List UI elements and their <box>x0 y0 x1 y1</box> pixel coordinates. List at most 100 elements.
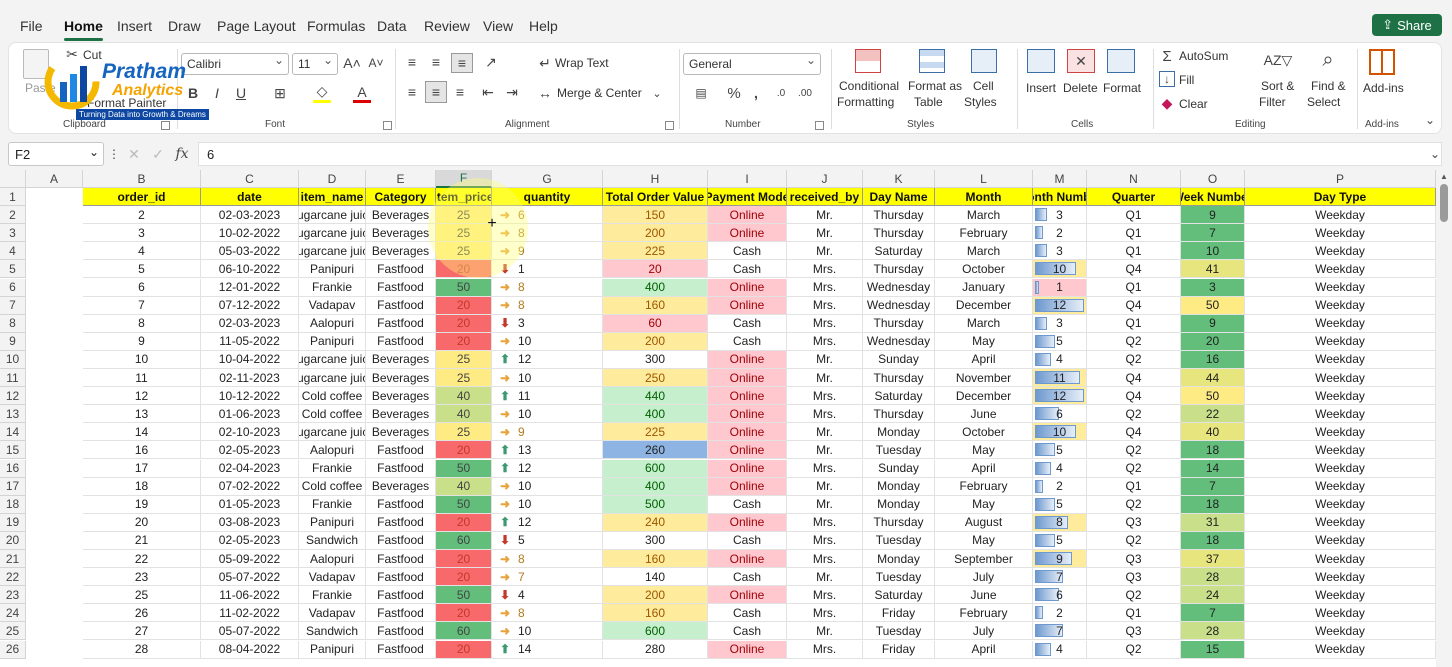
table-cell[interactable]: November <box>935 369 1033 388</box>
column-header-I[interactable]: I <box>708 170 787 188</box>
align-left-icon[interactable]: ≡ <box>403 83 421 101</box>
row-header[interactable]: 3 <box>0 224 26 243</box>
name-box-dropdown-icon[interactable]: ⌄ <box>89 145 99 159</box>
table-cell[interactable]: Tuesday <box>863 622 935 641</box>
table-cell[interactable]: Fastfood <box>366 332 436 351</box>
table-cell[interactable]: Thursday <box>863 369 935 388</box>
enter-icon[interactable]: ✓ <box>150 145 166 163</box>
table-cell[interactable]: Weekday <box>1245 278 1436 297</box>
insert-cells-label[interactable]: Insert <box>1026 81 1056 95</box>
table-cell[interactable]: Weekday <box>1245 550 1436 569</box>
table-cell[interactable]: Sunday <box>863 459 935 478</box>
header-cell[interactable]: Month <box>935 188 1033 207</box>
table-cell[interactable]: 20 <box>436 513 492 532</box>
row-header[interactable]: 15 <box>0 441 26 460</box>
row-header[interactable]: 6 <box>0 278 26 297</box>
row-header[interactable]: 2 <box>0 206 26 225</box>
align-right-icon[interactable]: ≡ <box>451 83 469 101</box>
table-cell[interactable]: Weekday <box>1245 622 1436 641</box>
table-cell[interactable]: 500 <box>603 495 708 514</box>
table-cell[interactable]: February <box>935 224 1033 243</box>
table-cell[interactable]: Weekday <box>1245 332 1436 351</box>
table-cell[interactable]: Mrs. <box>787 513 863 532</box>
table-cell[interactable]: 250 <box>603 369 708 388</box>
table-cell[interactable]: 140 <box>603 568 708 587</box>
table-cell[interactable]: Panipuri <box>299 332 366 351</box>
row-header[interactable]: 26 <box>0 640 26 659</box>
table-cell[interactable]: Friday <box>863 604 935 623</box>
table-cell[interactable]: 7 <box>1181 224 1245 243</box>
table-cell[interactable]: 18 <box>1181 495 1245 514</box>
table-cell[interactable]: Monday <box>863 550 935 569</box>
table-cell[interactable]: Q4 <box>1087 260 1181 279</box>
table-cell[interactable]: Q1 <box>1087 314 1181 333</box>
table-cell[interactable]: 25 <box>436 369 492 388</box>
table-cell[interactable]: Weekday <box>1245 640 1436 659</box>
table-cell[interactable]: Cash <box>708 495 787 514</box>
table-cell[interactable]: Panipuri <box>299 513 366 532</box>
table-cell[interactable]: Mr. <box>787 224 863 243</box>
table-cell[interactable]: 3 <box>1033 206 1087 225</box>
table-cell[interactable]: 14 <box>1181 459 1245 478</box>
table-cell[interactable]: 25 <box>436 423 492 442</box>
table-cell[interactable]: Online <box>708 206 787 225</box>
header-cell[interactable]: Quarter <box>1087 188 1181 207</box>
column-header-P[interactable]: P <box>1245 170 1436 188</box>
header-cell[interactable]: Category <box>366 188 436 207</box>
table-cell[interactable]: Vadapav <box>299 568 366 587</box>
table-cell[interactable]: Monday <box>863 477 935 496</box>
table-cell[interactable]: Q3 <box>1087 513 1181 532</box>
table-cell[interactable]: Weekday <box>1245 513 1436 532</box>
table-cell[interactable]: 40 <box>436 387 492 406</box>
table-cell[interactable]: 02-03-2023 <box>201 314 299 333</box>
table-cell[interactable]: August <box>935 513 1033 532</box>
table-cell[interactable]: 160 <box>603 604 708 623</box>
table-cell[interactable]: Weekday <box>1245 314 1436 333</box>
table-cell[interactable]: May <box>935 332 1033 351</box>
table-cell[interactable]: Cash <box>708 622 787 641</box>
table-cell[interactable]: 300 <box>603 531 708 550</box>
column-header-M[interactable]: M <box>1033 170 1087 188</box>
increase-indent-icon[interactable]: ⇥ <box>503 83 521 101</box>
table-cell[interactable]: Mr. <box>787 441 863 460</box>
table-cell[interactable]: March <box>935 242 1033 261</box>
table-cell[interactable]: Sunday <box>863 350 935 369</box>
menu-tab-home[interactable]: Home <box>64 18 103 41</box>
table-cell[interactable]: Aalopuri <box>299 550 366 569</box>
table-cell[interactable]: Fastfood <box>366 604 436 623</box>
table-cell[interactable]: Sugarcane juice <box>299 242 366 261</box>
table-cell[interactable]: Mr. <box>787 477 863 496</box>
currency-icon[interactable]: ▤ <box>687 83 715 103</box>
table-cell[interactable]: 18 <box>1181 441 1245 460</box>
table-cell[interactable]: Fastfood <box>366 459 436 478</box>
table-cell[interactable]: Q1 <box>1087 224 1181 243</box>
decrease-decimal-icon[interactable]: .00 <box>795 83 815 103</box>
table-cell[interactable]: Weekday <box>1245 586 1436 605</box>
table-cell[interactable]: 44 <box>1181 369 1245 388</box>
table-cell[interactable]: Weekday <box>1245 369 1436 388</box>
table-cell[interactable]: December <box>935 296 1033 315</box>
table-cell[interactable]: Beverages <box>366 224 436 243</box>
table-cell[interactable]: 7 <box>1181 477 1245 496</box>
table-cell[interactable]: Q3 <box>1087 568 1181 587</box>
table-cell[interactable]: 28 <box>83 640 201 659</box>
underline-icon[interactable]: U <box>233 83 249 103</box>
table-cell[interactable]: ➜ 9 <box>492 242 603 261</box>
table-cell[interactable]: April <box>935 640 1033 659</box>
cancel-icon[interactable]: ✕ <box>126 145 142 163</box>
table-cell[interactable]: 02-04-2023 <box>201 459 299 478</box>
table-cell[interactable]: Sandwich <box>299 622 366 641</box>
table-cell[interactable]: Fastfood <box>366 278 436 297</box>
table-cell[interactable]: 3 <box>83 224 201 243</box>
row-header[interactable]: 7 <box>0 296 26 315</box>
table-cell[interactable]: Q2 <box>1087 441 1181 460</box>
wrap-text-button[interactable]: Wrap Text <box>555 56 609 70</box>
table-cell[interactable]: Mrs. <box>787 586 863 605</box>
table-cell[interactable]: Fastfood <box>366 640 436 659</box>
table-cell[interactable]: Thursday <box>863 260 935 279</box>
table-cell[interactable]: 31 <box>1181 513 1245 532</box>
table-cell[interactable]: July <box>935 622 1033 641</box>
table-cell[interactable]: 20 <box>436 332 492 351</box>
table-cell[interactable]: 4 <box>1033 459 1087 478</box>
table-cell[interactable]: Weekday <box>1245 459 1436 478</box>
